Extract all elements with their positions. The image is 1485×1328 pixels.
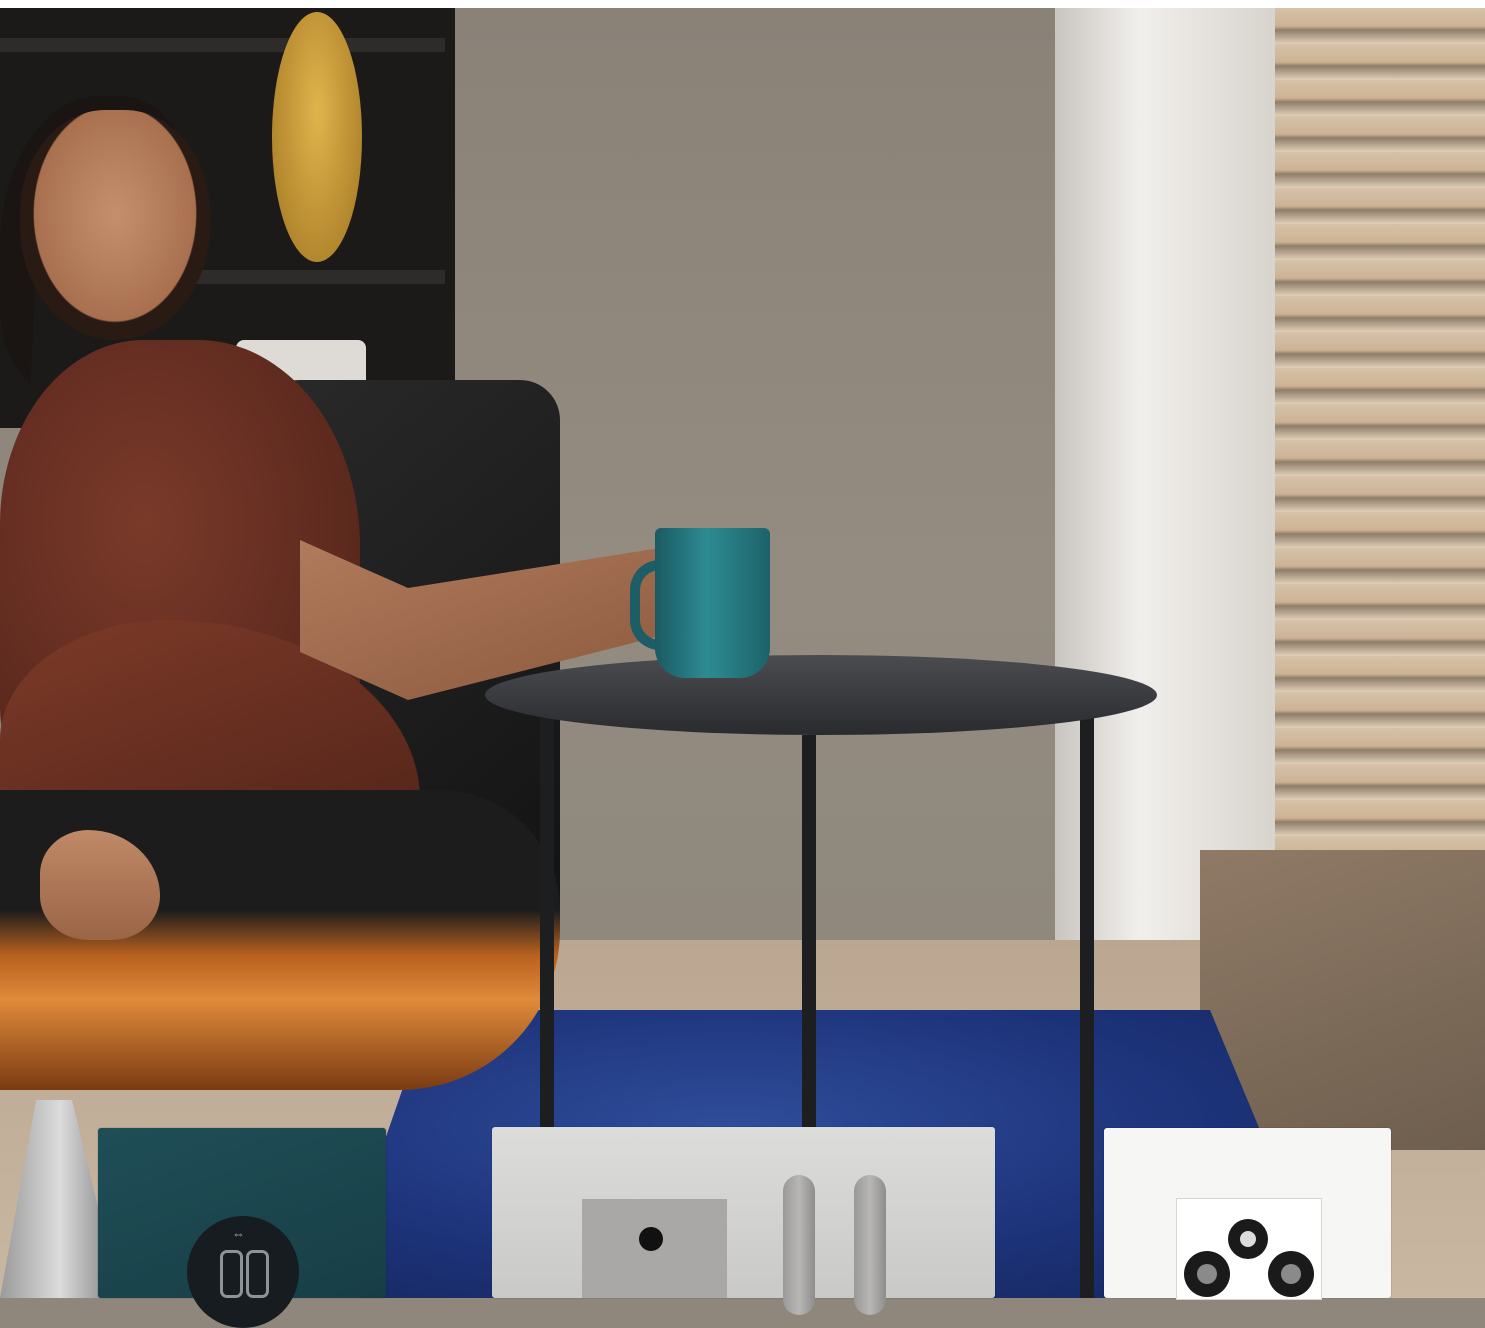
shelf-board: [0, 38, 445, 52]
teal-mug: [655, 528, 770, 678]
socket-switch-plate: [492, 1127, 995, 1298]
top-border: [0, 0, 1485, 8]
socket-hole-icon: [639, 1227, 663, 1251]
photo-scene: ⇔: [0, 0, 1485, 1328]
table-leg: [540, 715, 554, 1135]
woman-face: [20, 110, 210, 340]
usb-charging-icon: ⇔: [232, 1226, 245, 1241]
golden-leaf-sculpture: [272, 12, 362, 262]
table-leg: [1080, 715, 1094, 1298]
usb-c-port-icon: [220, 1250, 243, 1298]
window-blinds: [1275, 8, 1485, 908]
coax-connector-icon: [1228, 1219, 1268, 1259]
rocker-switch: [783, 1175, 815, 1315]
coax-connector-icon: [1268, 1251, 1314, 1297]
table-leg: [802, 735, 816, 1135]
usb-socket: ⇔: [187, 1216, 299, 1328]
coax-connector-icon: [1184, 1251, 1230, 1297]
usb-c-port-icon: [246, 1250, 269, 1298]
rocker-switch: [854, 1175, 886, 1315]
side-table-top: [485, 655, 1157, 735]
